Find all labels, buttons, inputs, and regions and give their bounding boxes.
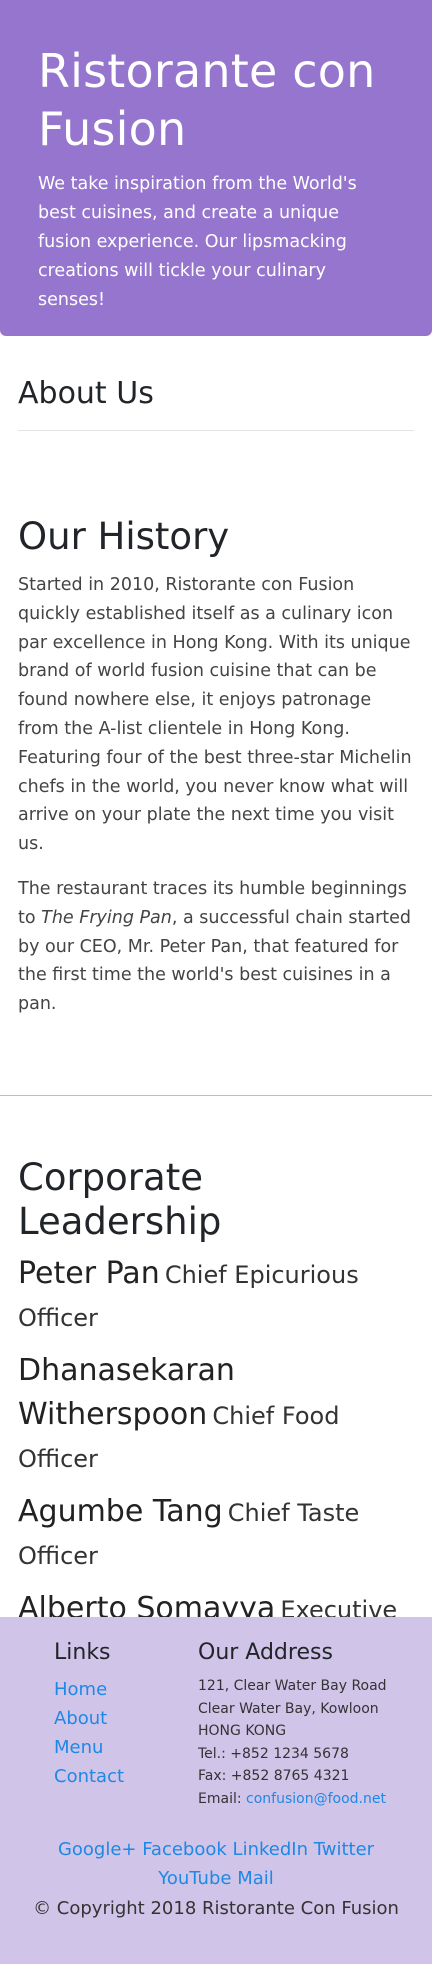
leader-name: Peter Pan: [18, 1255, 160, 1291]
social-linkedin[interactable]: LinkedIn: [233, 1839, 308, 1860]
footer-address: Our Address 121, Clear Water Bay Road Cl…: [198, 1639, 387, 1810]
about-title: About Us: [18, 376, 154, 411]
history-p2-em: The Frying Pan: [41, 907, 172, 928]
history-title: Our History: [18, 515, 230, 558]
history-paragraph-2: The restaurant traces its humble beginni…: [18, 875, 414, 1019]
social-links: Google+ Facebook LinkedIn Twitter YouTub…: [0, 1835, 432, 1893]
footer-link-home[interactable]: Home: [54, 1675, 124, 1704]
leader-name: Agumbe Tang: [18, 1493, 223, 1529]
leadership-title: Corporate Leadership: [18, 1155, 222, 1243]
leadership-section: Corporate Leadership Peter Pan Chief Epi…: [0, 1096, 432, 1676]
leader-item: Dhanasekaran Witherspoon Chief Food Offi…: [18, 1351, 414, 1482]
social-google-plus[interactable]: Google+: [58, 1839, 137, 1860]
email-link[interactable]: confusion@food.net: [246, 1791, 386, 1807]
history-paragraph-1: Started in 2010, Ristorante con Fusion q…: [18, 575, 412, 855]
brand-title: Ristorante con Fusion: [38, 44, 376, 156]
leader-item: Peter Pan Chief Epicurious Officer: [18, 1254, 414, 1341]
address-email-line: Email: confusion@food.net: [198, 1788, 387, 1811]
social-mail[interactable]: Mail: [237, 1868, 274, 1889]
footer-address-title: Our Address: [198, 1640, 333, 1665]
address-line: 121, Clear Water Bay Road: [198, 1678, 387, 1694]
address-phone: Tel.: +852 1234 5678: [198, 1745, 349, 1762]
footer: Links Home About Menu Contact Our Addres…: [0, 1617, 432, 1964]
footer-links-title: Links: [54, 1640, 111, 1665]
brand-tagline: We take inspiration from the World's bes…: [38, 174, 357, 310]
email-label: Email:: [198, 1790, 247, 1807]
footer-link-about[interactable]: About: [54, 1704, 124, 1733]
leader-name: Dhanasekaran Witherspoon: [18, 1352, 235, 1432]
address-line: HONG KONG: [198, 1723, 287, 1739]
social-youtube[interactable]: YouTube: [158, 1868, 231, 1889]
social-facebook[interactable]: Facebook: [142, 1839, 227, 1860]
leader-item: Agumbe Tang Chief Taste Officer: [18, 1492, 414, 1579]
address-fax: Fax: +852 8765 4321: [198, 1768, 350, 1784]
footer-link-menu[interactable]: Menu: [54, 1733, 124, 1762]
copyright: © Copyright 2018 Ristorante Con Fusion: [33, 1898, 399, 1919]
social-twitter[interactable]: Twitter: [314, 1839, 374, 1860]
about-section: About Us Our History Started in 2010, Ri…: [0, 336, 432, 1019]
footer-link-contact[interactable]: Contact: [54, 1762, 124, 1791]
address-line: Clear Water Bay, Kowloon: [198, 1700, 379, 1717]
jumbotron: Ristorante con Fusion We take inspiratio…: [0, 0, 432, 336]
footer-links: Links Home About Menu Contact: [54, 1639, 124, 1791]
